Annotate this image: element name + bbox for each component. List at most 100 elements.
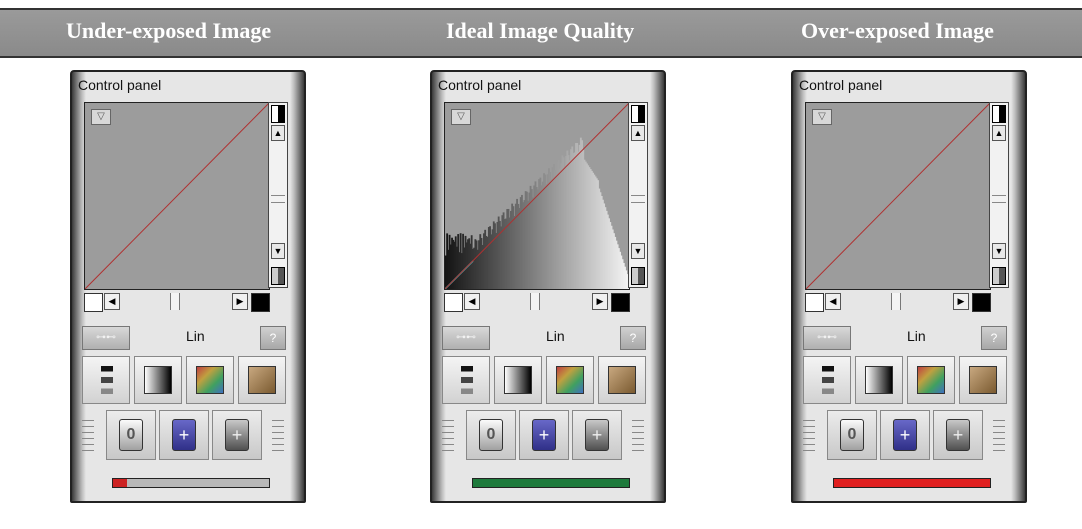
scroll-right-button[interactable]: ▶	[592, 293, 608, 310]
help-icon[interactable]: ?	[981, 326, 1007, 350]
tone-curve-graph[interactable]: ▽	[84, 102, 270, 290]
panel-title: Control panel	[78, 77, 162, 93]
tool-row	[803, 356, 1007, 406]
crosshair-mode-button[interactable]: +	[159, 410, 209, 460]
gradient-icon	[144, 366, 172, 394]
tool-row	[82, 356, 286, 406]
right-ticks	[993, 420, 1005, 456]
tone-curve-graph[interactable]: ▽	[805, 102, 991, 290]
mode-label: Lin	[907, 328, 926, 344]
left-ticks	[803, 420, 815, 456]
tone-curve-line[interactable]	[806, 103, 990, 289]
hscroll-thumb[interactable]	[530, 293, 540, 310]
mode-label: Lin	[546, 328, 565, 344]
gray-swatch-icon	[631, 267, 645, 285]
link-icon[interactable]: ⊶⊷	[82, 326, 130, 350]
vertical-scrollbar[interactable]: ▲ ▼	[628, 102, 648, 288]
scroll-down-button[interactable]: ▼	[271, 243, 285, 259]
gray-swatch-icon	[992, 267, 1006, 285]
rgb-gradient-icon	[196, 366, 224, 394]
hscroll-thumb[interactable]	[170, 293, 180, 310]
help-icon[interactable]: ?	[620, 326, 646, 350]
black-point-swatch[interactable]	[251, 293, 270, 312]
scroll-right-button[interactable]: ▶	[232, 293, 248, 310]
tone-curve-graph[interactable]: ▽	[444, 102, 630, 290]
zero-icon: 0	[119, 419, 143, 451]
chevron-down-icon[interactable]: ▽	[812, 109, 832, 125]
gradient-button[interactable]	[134, 356, 182, 404]
chevron-down-icon[interactable]: ▽	[91, 109, 111, 125]
rgb-gradient-button[interactable]	[186, 356, 234, 404]
scroll-up-button[interactable]: ▲	[631, 125, 645, 141]
mode-row: ⊶⊷ Lin ?	[442, 324, 646, 352]
help-icon[interactable]: ?	[260, 326, 286, 350]
sepia-button[interactable]	[598, 356, 646, 404]
split-mode-button[interactable]: +	[933, 410, 983, 460]
mode-row: ⊶⊷ Lin ?	[82, 324, 286, 352]
white-point-swatch[interactable]	[444, 293, 463, 312]
zero-mode-button[interactable]: 0	[106, 410, 156, 460]
header-bar: Under-exposed Image Ideal Image Quality …	[0, 8, 1082, 58]
horizontal-scrollbar[interactable]: ◀ ▶	[805, 292, 991, 312]
scroll-up-button[interactable]: ▲	[271, 125, 285, 141]
gradient-button[interactable]	[494, 356, 542, 404]
vertical-scrollbar[interactable]: ▲ ▼	[268, 102, 288, 288]
hscroll-thumb[interactable]	[891, 293, 901, 310]
scroll-thumb[interactable]	[992, 195, 1006, 203]
horizontal-scrollbar[interactable]: ◀ ▶	[84, 292, 270, 312]
display-mode-row: 0 + +	[803, 410, 1007, 462]
levels-button[interactable]	[803, 356, 851, 404]
link-icon[interactable]: ⊶⊷	[803, 326, 851, 350]
black-point-swatch[interactable]	[611, 293, 630, 312]
split-mode-button[interactable]: +	[212, 410, 262, 460]
scroll-left-button[interactable]: ◀	[464, 293, 480, 310]
levels-button[interactable]	[442, 356, 490, 404]
sepia-button[interactable]	[959, 356, 1007, 404]
white-point-swatch[interactable]	[84, 293, 103, 312]
crosshair-mode-button[interactable]: +	[880, 410, 930, 460]
split-icon: +	[225, 419, 249, 451]
bw-swatch-icon	[631, 105, 645, 123]
mode-row: ⊶⊷ Lin ?	[803, 324, 1007, 352]
scroll-left-button[interactable]: ◀	[104, 293, 120, 310]
levels-button[interactable]	[82, 356, 130, 404]
gradient-icon	[865, 366, 893, 394]
scroll-down-button[interactable]: ▼	[631, 243, 645, 259]
scroll-up-button[interactable]: ▲	[992, 125, 1006, 141]
rgb-gradient-button[interactable]	[907, 356, 955, 404]
vertical-scrollbar[interactable]: ▲ ▼	[989, 102, 1009, 288]
black-point-swatch[interactable]	[972, 293, 991, 312]
zero-mode-button[interactable]: 0	[466, 410, 516, 460]
white-point-swatch[interactable]	[805, 293, 824, 312]
header-under-exposed: Under-exposed Image	[66, 18, 272, 43]
rgb-gradient-button[interactable]	[546, 356, 594, 404]
horizontal-scrollbar[interactable]: ◀ ▶	[444, 292, 630, 312]
scroll-right-button[interactable]: ▶	[953, 293, 969, 310]
zero-icon: 0	[479, 419, 503, 451]
crosshair-icon: +	[893, 419, 917, 451]
right-ticks	[272, 420, 284, 456]
bw-swatch-icon	[271, 105, 285, 123]
scroll-thumb[interactable]	[271, 195, 285, 203]
exposure-bar	[472, 478, 630, 488]
zero-icon: 0	[840, 419, 864, 451]
scroll-down-button[interactable]: ▼	[992, 243, 1006, 259]
control-panel: Control panel ▽ ▲ ▼ ◀ ▶ ⊶⊷ Lin ? 0 + +	[791, 70, 1027, 503]
crosshair-mode-button[interactable]: +	[519, 410, 569, 460]
gradient-button[interactable]	[855, 356, 903, 404]
link-icon[interactable]: ⊶⊷	[442, 326, 490, 350]
levels-icon	[461, 366, 473, 394]
scroll-left-button[interactable]: ◀	[825, 293, 841, 310]
tone-curve-line[interactable]	[85, 103, 269, 289]
chevron-down-icon[interactable]: ▽	[451, 109, 471, 125]
split-mode-button[interactable]: +	[572, 410, 622, 460]
exposure-fill	[834, 479, 990, 487]
left-ticks	[82, 420, 94, 456]
zero-mode-button[interactable]: 0	[827, 410, 877, 460]
gradient-icon	[504, 366, 532, 394]
sepia-button[interactable]	[238, 356, 286, 404]
curve-svg	[85, 103, 269, 289]
sepia-icon	[969, 366, 997, 394]
scroll-thumb[interactable]	[631, 195, 645, 203]
gray-swatch-icon	[271, 267, 285, 285]
